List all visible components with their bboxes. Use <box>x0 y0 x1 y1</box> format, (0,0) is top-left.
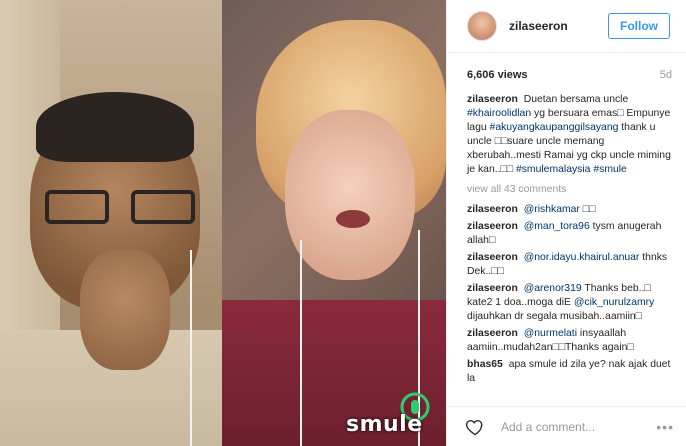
mention-link[interactable]: @nurmelati <box>524 328 577 339</box>
mention-link[interactable]: @man_tora96 <box>524 221 590 232</box>
post-media[interactable]: smule <box>0 0 446 446</box>
comment-username[interactable]: zilaseeron <box>467 204 518 215</box>
comment-username[interactable]: zilaseeron <box>467 221 518 232</box>
mention-link[interactable]: @nor.idayu.khairul.anuar <box>524 252 640 263</box>
comment-item: zilaseeron @nor.idayu.khairul.anuar thnk… <box>467 251 672 279</box>
comment-username[interactable]: zilaseeron <box>467 328 518 339</box>
comment-item: zilaseeron @nurmelati insyaallah aamiin.… <box>467 327 672 355</box>
view-count: 6,606 views <box>467 69 528 81</box>
post-username[interactable]: zilaseeron <box>509 19 608 33</box>
comment-text: □□ <box>582 204 596 215</box>
mention-link[interactable]: @arenor319 <box>524 283 582 294</box>
heart-icon[interactable] <box>465 417 485 437</box>
post-stats: 6,606 views 5d <box>447 53 686 93</box>
comment-item: bhas65 apa smule id zila ye? nak ajak du… <box>467 358 672 386</box>
post-age[interactable]: 5d <box>660 69 672 93</box>
comment-text: dijauhkan dr segala musibah..aamiin□ <box>467 311 642 322</box>
comment-username[interactable]: bhas65 <box>467 359 503 370</box>
post-side-panel: zilaseeron Follow 6,606 views 5d zilasee… <box>446 0 686 446</box>
comment-bar: Add a comment... ••• <box>447 406 686 446</box>
comment-item: zilaseeron @man_tora96 tysm anugerah all… <box>467 220 672 248</box>
hashtag-link[interactable]: #akuyangkaupanggilsayang <box>490 122 619 133</box>
comment-list: zilaseeron Duetan bersama uncle #khairoo… <box>447 93 686 406</box>
avatar[interactable] <box>467 11 497 41</box>
post-caption: zilaseeron Duetan bersama uncle #khairoo… <box>467 94 671 175</box>
caption-username[interactable]: zilaseeron <box>467 94 518 105</box>
post-header: zilaseeron Follow <box>447 0 686 53</box>
comment-item: zilaseeron @rishkamar □□ <box>467 203 672 217</box>
comment-item: zilaseeron @arenor319 Thanks beb..□ kate… <box>467 282 672 324</box>
comment-username[interactable]: zilaseeron <box>467 252 518 263</box>
hashtag-link[interactable]: #khairoolidlan <box>467 108 531 119</box>
hashtag-link[interactable]: #smule <box>593 164 627 175</box>
add-comment-input[interactable]: Add a comment... <box>501 420 656 434</box>
mention-link[interactable]: @cik_nurulzamry <box>574 297 654 308</box>
comment-username[interactable]: zilaseeron <box>467 283 518 294</box>
smule-watermark: smule <box>346 412 423 437</box>
hashtag-link[interactable]: #smulemalaysia <box>516 164 591 175</box>
follow-button[interactable]: Follow <box>608 13 670 39</box>
more-options-icon[interactable]: ••• <box>656 419 674 435</box>
mention-link[interactable]: @rishkamar <box>524 204 580 215</box>
view-all-comments-link[interactable]: view all 43 comments <box>467 183 672 197</box>
